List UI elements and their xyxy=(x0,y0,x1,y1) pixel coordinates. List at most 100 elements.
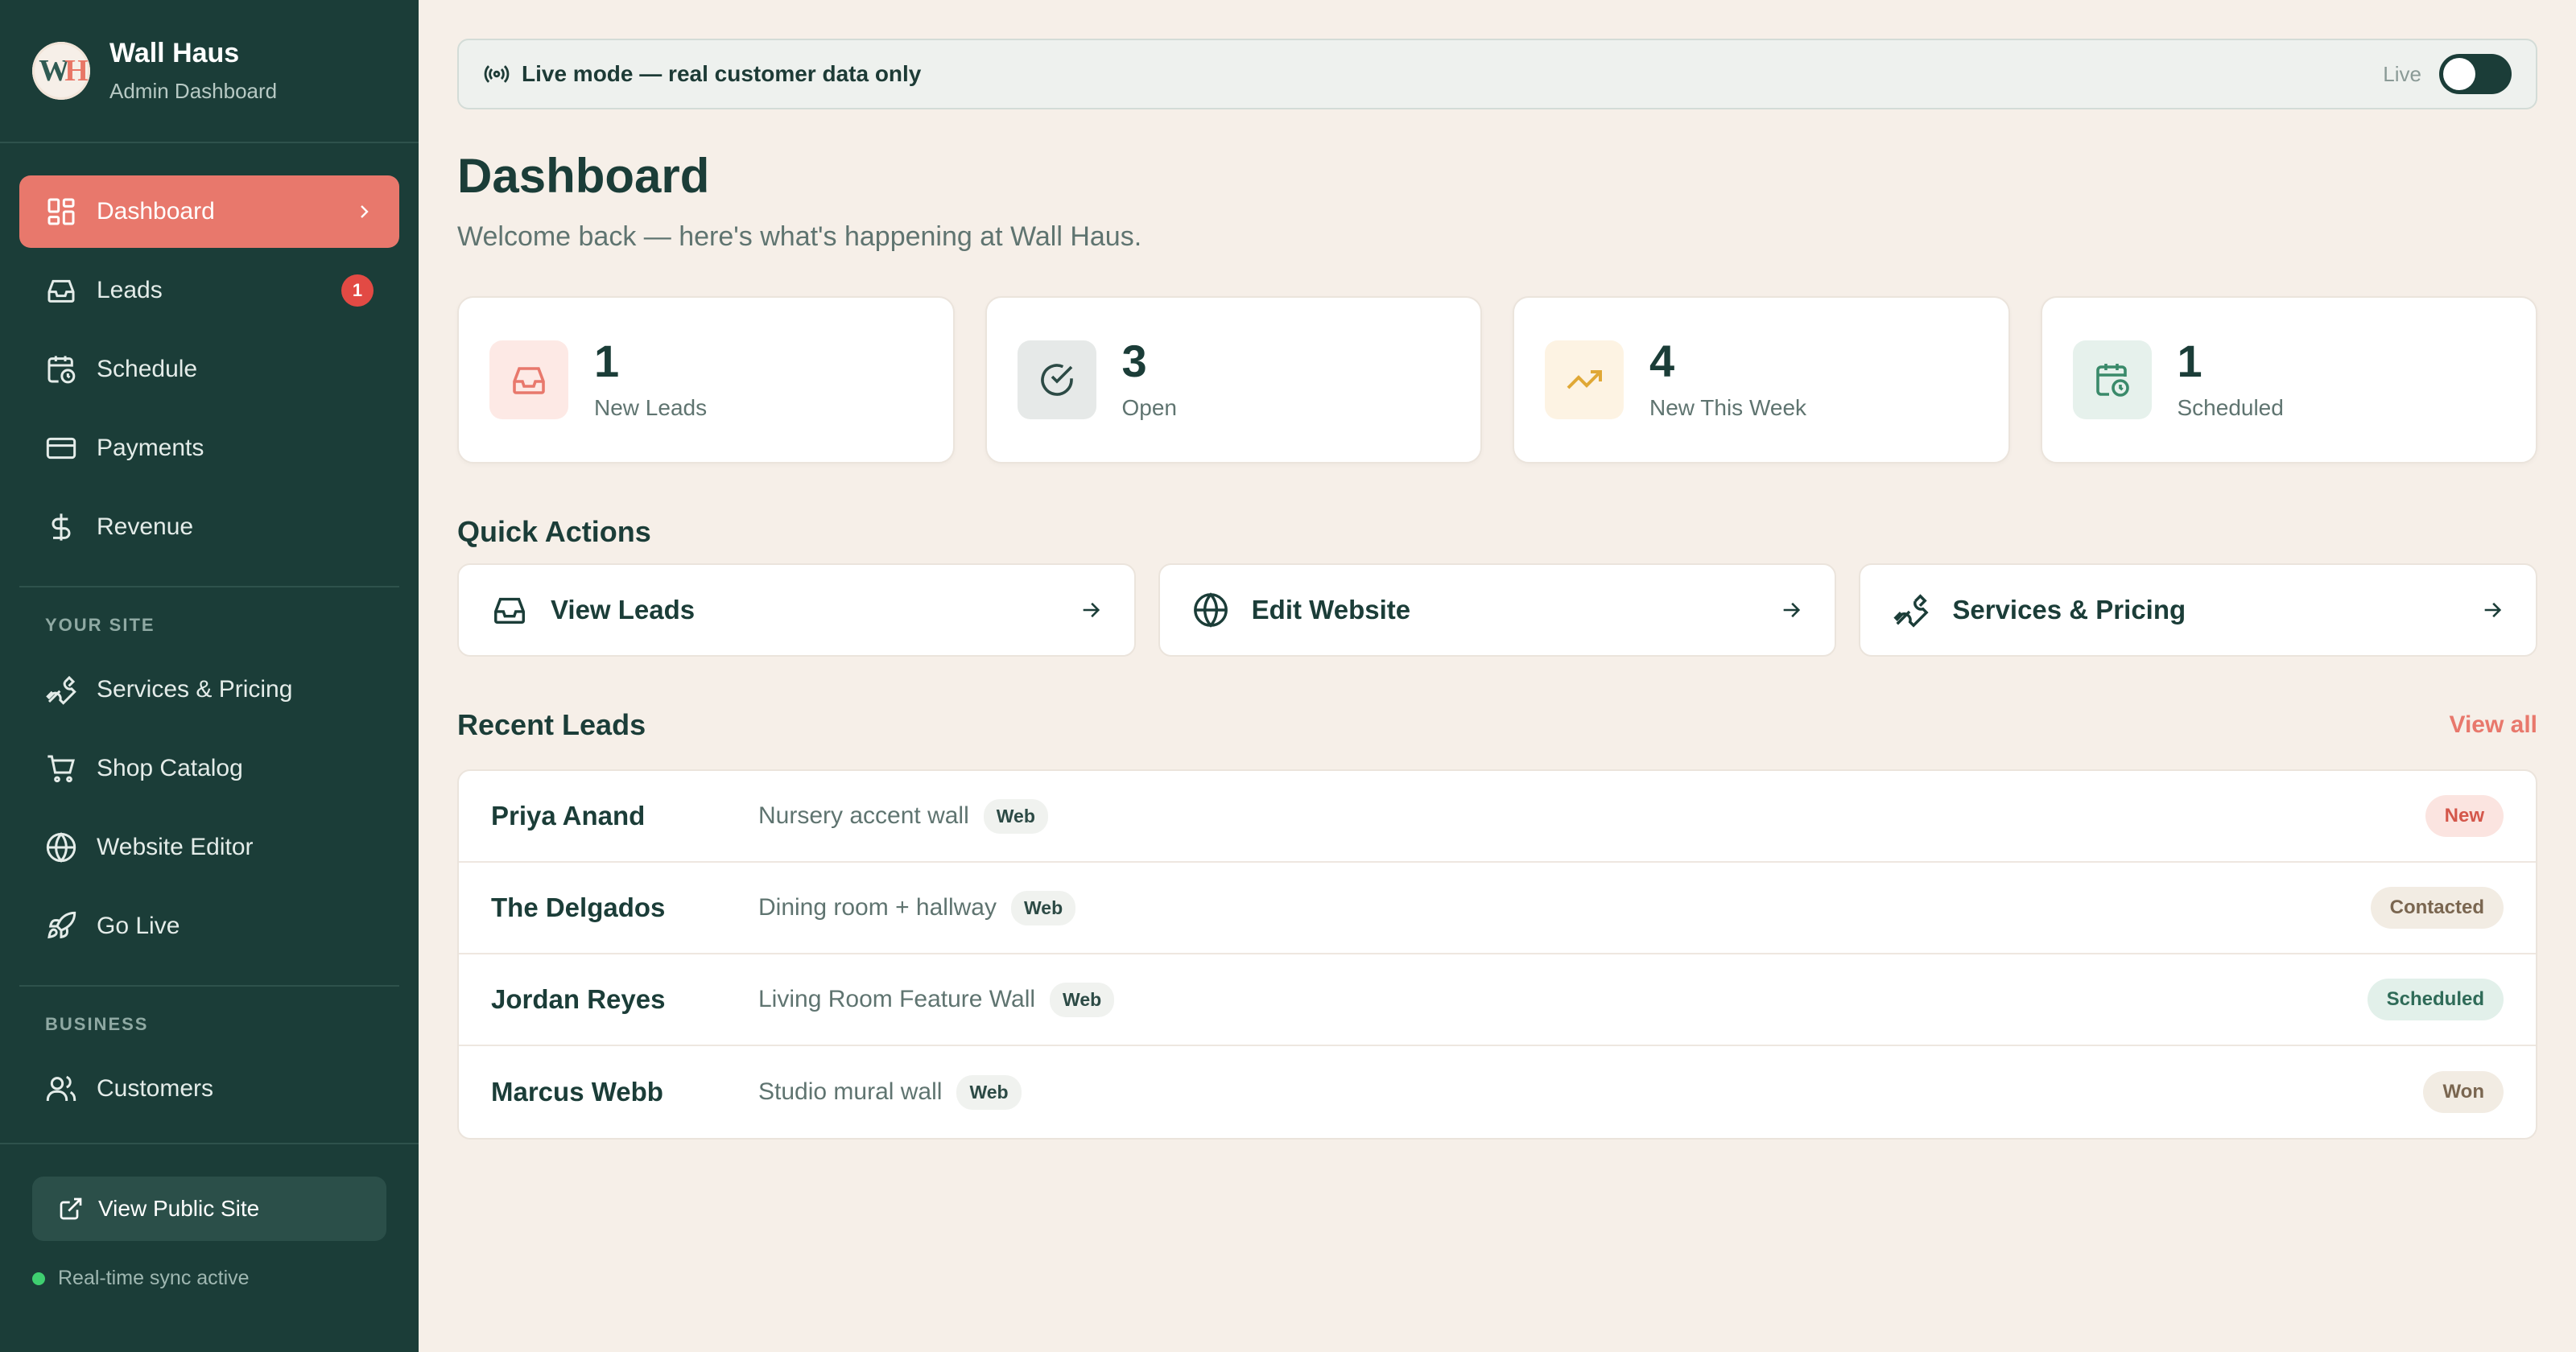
sidebar-item-customers[interactable]: Customers xyxy=(19,1053,399,1125)
live-toggle-label: Live xyxy=(2383,61,2421,86)
quick-actions-row: View Leads Edit Website Services & Prici… xyxy=(457,563,2538,657)
broadcast-icon xyxy=(484,65,510,83)
lead-description: Dining room + hallway xyxy=(758,894,997,921)
calendar-clock-icon xyxy=(2095,364,2129,397)
lead-name: Jordan Reyes xyxy=(491,984,666,1014)
live-mode-toggle[interactable] xyxy=(2439,54,2512,94)
toggle-knob xyxy=(2443,58,2475,90)
status-badge: Contacted xyxy=(2370,887,2504,929)
inbox-icon xyxy=(47,279,75,303)
lead-row[interactable]: Jordan Reyes Living Room Feature Wall We… xyxy=(459,954,2536,1046)
recent-leads-title: Recent Leads xyxy=(457,708,646,741)
inbox-icon xyxy=(513,367,545,394)
stat-label: New Leads xyxy=(594,395,708,420)
stat-value: 4 xyxy=(1649,336,1675,386)
lead-source-tag: Web xyxy=(1010,890,1076,925)
sidebar-item-dashboard[interactable]: Dashboard xyxy=(19,175,399,248)
sidebar-item-revenue[interactable]: Revenue xyxy=(19,491,399,563)
quick-action-services-pricing[interactable]: Services & Pricing xyxy=(1859,563,2538,657)
stat-card-scheduled: 1 Scheduled xyxy=(2040,296,2537,464)
inbox-icon xyxy=(494,597,525,624)
trending-up-icon xyxy=(1567,370,1602,390)
brand-logo: WH xyxy=(32,42,90,100)
lead-source-tag: Web xyxy=(1050,982,1115,1017)
lead-row[interactable]: Marcus Webb Studio mural wall Web Won xyxy=(459,1046,2536,1138)
stat-card-new-this-week: 4 New This Week xyxy=(1513,296,2010,464)
quick-action-label: Services & Pricing xyxy=(1952,595,2186,624)
sidebar-item-label: Leads xyxy=(97,277,163,303)
brand-header: WH Wall Haus Admin Dashboard xyxy=(0,0,419,143)
brand-name: Wall Haus xyxy=(109,38,240,68)
stat-card-open: 3 Open xyxy=(985,296,1482,464)
lead-name: Marcus Webb xyxy=(491,1077,663,1107)
stat-icon-box xyxy=(2072,340,2152,419)
arrow-right-icon xyxy=(1784,602,1801,618)
lead-name: The Delgados xyxy=(491,892,666,922)
sidebar-item-label: Customers xyxy=(97,1075,214,1102)
chevron-right-icon xyxy=(361,205,369,218)
recent-leads-header: Recent Leads View all xyxy=(457,708,2537,742)
lead-source-tag: Web xyxy=(983,798,1048,834)
page-title: Dashboard xyxy=(457,149,710,203)
live-mode-banner: Live mode — real customer data only Live xyxy=(457,39,2537,109)
external-link-icon xyxy=(60,1197,82,1220)
globe-icon xyxy=(1193,592,1228,628)
quick-action-edit-website[interactable]: Edit Website xyxy=(1158,563,1837,657)
quick-action-label: Edit Website xyxy=(1251,595,1411,624)
stat-card-new-leads: 1 New Leads xyxy=(457,296,955,464)
quick-actions-title: Quick Actions xyxy=(457,515,651,548)
sidebar-item-label: Services & Pricing xyxy=(97,676,293,703)
stat-value: 3 xyxy=(1121,336,1147,386)
arrow-right-icon xyxy=(2484,602,2502,618)
view-public-site-button[interactable]: View Public Site xyxy=(32,1177,386,1241)
main-content: Live mode — real customer data only Live… xyxy=(419,0,2576,1352)
lead-description: Studio mural wall xyxy=(758,1078,943,1105)
view-all-link[interactable]: View all xyxy=(2449,711,2537,739)
lead-description: Living Room Feature Wall xyxy=(758,986,1036,1012)
rocket-icon xyxy=(47,911,76,939)
nav-divider xyxy=(19,985,399,987)
page-subtitle: Welcome back — here's what's happening a… xyxy=(457,221,1142,252)
globe-icon xyxy=(46,832,76,863)
sync-status: Real-time sync active xyxy=(32,1267,386,1290)
sync-status-dot xyxy=(32,1272,45,1285)
status-badge: Scheduled xyxy=(2367,979,2504,1020)
sidebar-item-shop-catalog[interactable]: Shop Catalog xyxy=(19,732,399,805)
sidebar-item-website-editor[interactable]: Website Editor xyxy=(19,811,399,884)
stat-icon-box xyxy=(1017,340,1096,419)
users-icon xyxy=(46,1075,76,1101)
lead-source-tag: Web xyxy=(956,1074,1022,1110)
cart-icon xyxy=(47,755,75,783)
stat-icon-box xyxy=(1545,340,1624,419)
sidebar-item-leads[interactable]: Leads 1 xyxy=(19,254,399,327)
sidebar-item-label: Go Live xyxy=(97,913,180,939)
stat-label: New This Week xyxy=(1649,395,1807,420)
brand-subtitle: Admin Dashboard xyxy=(109,79,278,103)
arrow-right-icon xyxy=(1083,602,1100,618)
leads-count-badge: 1 xyxy=(341,274,374,307)
sidebar-footer: View Public Site Real-time sync active xyxy=(0,1143,419,1290)
dollar-icon xyxy=(52,513,71,541)
credit-card-icon xyxy=(46,437,76,460)
sidebar-item-schedule[interactable]: Schedule xyxy=(19,333,399,406)
sidebar-item-payments[interactable]: Payments xyxy=(19,412,399,484)
calendar-clock-icon xyxy=(47,356,76,384)
lead-row[interactable]: The Delgados Dining room + hallway Web C… xyxy=(459,863,2536,954)
sidebar-item-label: Payments xyxy=(97,435,204,461)
sidebar-item-label: Revenue xyxy=(97,513,194,540)
lead-name: Priya Anand xyxy=(491,801,646,831)
view-public-site-label: View Public Site xyxy=(98,1196,260,1221)
stat-icon-box xyxy=(489,340,568,419)
sidebar-item-go-live[interactable]: Go Live xyxy=(19,890,399,962)
sidebar-item-label: Shop Catalog xyxy=(97,755,243,781)
sidebar-item-label: Website Editor xyxy=(97,834,254,860)
live-mode-text: Live mode — real customer data only xyxy=(522,61,922,86)
quick-action-view-leads[interactable]: View Leads xyxy=(457,563,1136,657)
stat-label: Open xyxy=(1121,395,1178,420)
lead-row[interactable]: Priya Anand Nursery accent wall Web New xyxy=(459,771,2536,863)
nav-section-your-site: YOUR SITE xyxy=(45,615,155,635)
quick-action-label: View Leads xyxy=(551,595,696,624)
dashboard-icon xyxy=(47,198,75,225)
sync-status-text: Real-time sync active xyxy=(58,1267,250,1289)
sidebar-item-services-pricing[interactable]: Services & Pricing xyxy=(19,653,399,726)
